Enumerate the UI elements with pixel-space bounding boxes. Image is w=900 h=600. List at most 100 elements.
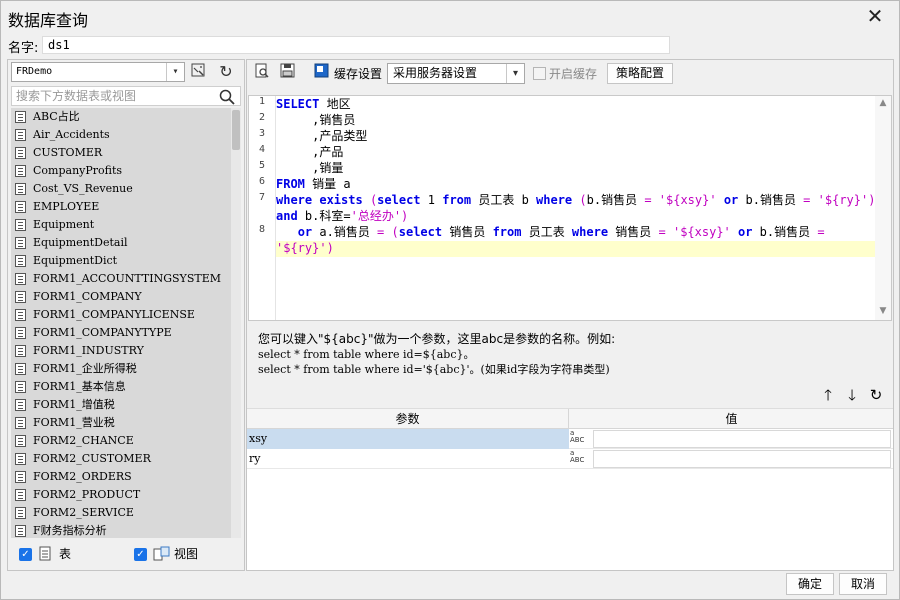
table-icon: [15, 129, 26, 141]
table-icon: [15, 507, 26, 519]
table-icon: [15, 381, 26, 393]
table-name: FORM1_营业税: [33, 416, 115, 429]
list-item[interactable]: FORM1_COMPANYTYPE: [11, 324, 241, 342]
table-name: Equipment: [33, 218, 95, 231]
list-item[interactable]: F财务指标分析: [11, 522, 241, 538]
search-icon[interactable]: [218, 88, 236, 106]
table-name: Air_Accidents: [33, 128, 110, 141]
edit-connection-icon[interactable]: [187, 62, 209, 82]
line-number-gutter: 1 2 3 4 5 6 7 8: [249, 96, 276, 320]
sql-toolbar: 缓存设置 采用服务器设置 ▾ 开启缓存 策略配置: [247, 60, 893, 86]
table-row[interactable]: xsy a ABC: [247, 429, 893, 449]
cache-mode-select[interactable]: 采用服务器设置 ▾: [387, 63, 525, 84]
hint-line-3: select * from table where id='${abc}'。(如…: [258, 363, 610, 376]
list-item[interactable]: FORM2_PRODUCT: [11, 486, 241, 504]
list-item[interactable]: CUSTOMER: [11, 144, 241, 162]
line-number: 1: [258, 96, 265, 107]
scroll-down-icon[interactable]: ▼: [878, 306, 888, 316]
list-item[interactable]: FORM2_CUSTOMER: [11, 450, 241, 468]
ok-button[interactable]: 确定: [786, 573, 834, 595]
editor-scrollbar[interactable]: ▲ ▼: [875, 96, 891, 320]
table-icon: [15, 147, 26, 159]
table-name: FORM1_INDUSTRY: [33, 344, 144, 357]
table-name: CompanyProfits: [33, 164, 123, 177]
param-type-icon[interactable]: a ABC: [570, 450, 592, 468]
filter-row: ✓ 表 ✓ 视图: [18, 545, 243, 565]
line-number: 3: [258, 128, 265, 139]
strategy-config-button[interactable]: 策略配置: [607, 63, 673, 84]
table-name: EquipmentDict: [33, 254, 118, 267]
code-line: FROM 销量 a: [276, 177, 351, 191]
param-actions: 🡑 🡓 ↻: [819, 386, 889, 406]
list-item[interactable]: EquipmentDict: [11, 252, 241, 270]
list-item[interactable]: FORM1_INDUSTRY: [11, 342, 241, 360]
close-icon[interactable]: ✕: [863, 4, 887, 28]
param-value-input[interactable]: [593, 430, 891, 448]
enable-cache-checkbox[interactable]: [533, 67, 546, 80]
table-checkbox-label: 表: [59, 547, 72, 561]
list-item[interactable]: ABC占比: [11, 108, 241, 126]
connection-select[interactable]: FRDemo ▾: [11, 62, 185, 82]
list-scrollbar[interactable]: [231, 108, 241, 538]
name-input[interactable]: ds1: [42, 36, 670, 54]
table-icon: [15, 273, 26, 285]
code-line: ,销量: [276, 161, 344, 175]
line-number: 2: [258, 112, 265, 123]
list-item[interactable]: FORM1_营业税: [11, 414, 241, 432]
list-item[interactable]: FORM1_企业所得税: [11, 360, 241, 378]
list-item[interactable]: FORM1_增值税: [11, 396, 241, 414]
table-icon: [15, 165, 26, 177]
list-item[interactable]: FORM1_COMPANYLICENSE: [11, 306, 241, 324]
table-row[interactable]: ry a ABC: [247, 449, 893, 469]
list-item[interactable]: FORM2_ORDERS: [11, 468, 241, 486]
table-list: ABC占比 Air_Accidents CUSTOMER CompanyProfits…: [11, 108, 241, 538]
list-item[interactable]: Cost_VS_Revenue: [11, 180, 241, 198]
chevron-down-icon[interactable]: ▾: [506, 64, 524, 83]
list-item[interactable]: FORM2_CHANCE: [11, 432, 241, 450]
refresh-icon[interactable]: ↻: [215, 62, 237, 82]
table-name: FORM1_企业所得税: [33, 362, 137, 375]
code-line: ,销售员: [276, 113, 356, 127]
line-number: 5: [258, 160, 265, 171]
table-name: EMPLOYEE: [33, 200, 100, 213]
hint-line-2: select * from table where id=${abc}。: [258, 348, 475, 361]
code-line: or a.销售员 = (select 销售员 from 员工表 where 销售…: [297, 225, 825, 239]
arrow-up-icon[interactable]: 🡑: [819, 386, 837, 404]
param-value-input[interactable]: [593, 450, 891, 468]
param-type-icon[interactable]: a ABC: [570, 430, 592, 448]
scroll-up-icon[interactable]: ▲: [878, 98, 888, 108]
list-item[interactable]: FORM2_SERVICE: [11, 504, 241, 522]
cache-mode-value: 采用服务器设置: [393, 66, 478, 80]
database-query-dialog: 数据库查询 ✕ 名字: ds1 FRDemo ▾ ↻ 搜索下方数据表或视图 AB…: [0, 0, 900, 600]
code-line: and b.科室='总经办'): [276, 209, 409, 223]
list-item[interactable]: Equipment: [11, 216, 241, 234]
preview-icon[interactable]: [251, 63, 273, 83]
chevron-down-icon[interactable]: ▾: [166, 63, 184, 81]
code-line: ,产品: [276, 145, 344, 159]
list-item[interactable]: EMPLOYEE: [11, 198, 241, 216]
table-checkbox[interactable]: ✓: [19, 548, 32, 561]
cancel-button[interactable]: 取消: [839, 573, 887, 595]
list-item[interactable]: FORM1_COMPANY: [11, 288, 241, 306]
table-icon: [15, 345, 26, 357]
search-placeholder: 搜索下方数据表或视图: [16, 89, 137, 103]
list-item[interactable]: FORM1_ACCOUNTTINGSYSTEM: [11, 270, 241, 288]
list-scrollbar-thumb[interactable]: [232, 110, 240, 150]
sql-editor[interactable]: 1 2 3 4 5 6 7 8 SELECT 地区 ,销售员 ,产品类型 ,产品…: [248, 95, 892, 321]
table-icon: [15, 435, 26, 447]
list-item[interactable]: CompanyProfits: [11, 162, 241, 180]
view-checkbox[interactable]: ✓: [134, 548, 147, 561]
view-icon: [153, 546, 170, 565]
table-icon: [39, 546, 52, 564]
save-icon[interactable]: [276, 63, 298, 83]
table-icon: [15, 183, 26, 195]
list-item[interactable]: FORM1_基本信息: [11, 378, 241, 396]
refresh-icon[interactable]: ↻: [867, 386, 885, 404]
code-line: ,产品类型: [276, 129, 368, 143]
list-item[interactable]: EquipmentDetail: [11, 234, 241, 252]
arrow-down-icon[interactable]: 🡓: [843, 386, 861, 404]
enable-cache-label: 开启缓存: [549, 67, 598, 81]
table-search-input[interactable]: 搜索下方数据表或视图: [11, 86, 241, 106]
list-item[interactable]: Air_Accidents: [11, 126, 241, 144]
table-name: FORM2_CUSTOMER: [33, 452, 151, 465]
